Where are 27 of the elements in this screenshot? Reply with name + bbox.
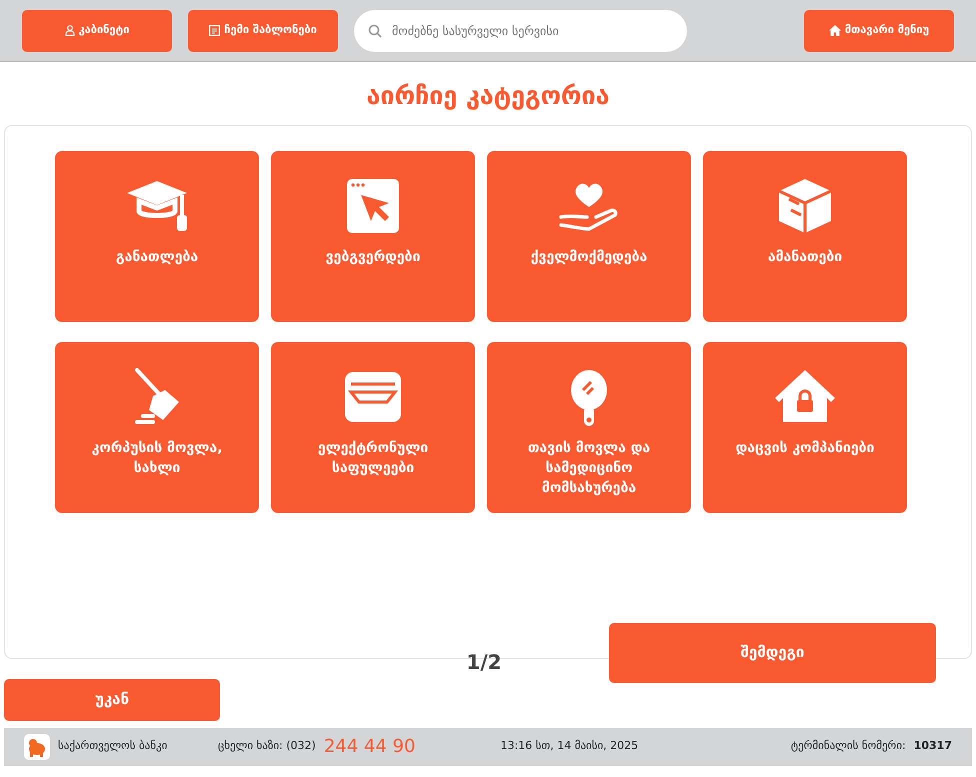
date-time: 13:16 სთ, 14 მაისი, 2025: [500, 738, 638, 754]
next-button[interactable]: შემდეგი: [609, 622, 936, 682]
category-tile[interactable]: ქველმოქმედება: [487, 150, 691, 322]
page-indicator: 1/2: [465, 648, 503, 676]
document-icon: [209, 25, 220, 36]
hotline-number: 244 44 90: [324, 735, 416, 759]
category-tile[interactable]: თავის მოვლა და სამედიცინო მომსახურება: [487, 342, 691, 512]
search-icon: [368, 24, 382, 38]
category-tile[interactable]: ელექტრონული საფულეები: [271, 342, 475, 512]
category-tile[interactable]: ამანათები: [703, 150, 907, 322]
back-button[interactable]: უკან: [4, 678, 220, 720]
category-tile[interactable]: განათლება: [55, 150, 259, 322]
terminal-number: 10317: [914, 738, 952, 754]
terminal-label: ტერმინალის ნომერი:: [790, 738, 906, 754]
page-title: აირჩიე კატეგორია: [366, 80, 610, 112]
home-icon: [828, 25, 841, 36]
hotline-label: ცხელი ხაზი: (032): [218, 738, 316, 754]
user-icon: [64, 25, 75, 36]
main-menu-button[interactable]: მთავარი მენიუ: [804, 10, 954, 52]
bank-name: საქართველოს ბანკი: [58, 738, 168, 754]
bank-logo-icon: [24, 734, 50, 760]
category-tile[interactable]: კორპუსის მოვლა, სახლი: [55, 342, 259, 512]
category-tile[interactable]: ვებგვერდები: [271, 150, 475, 322]
templates-button[interactable]: ჩემი შაბლონები: [188, 10, 338, 52]
cabinet-button[interactable]: კაბინეტი: [22, 10, 172, 52]
category-tile[interactable]: დაცვის კომპანიები: [703, 342, 907, 512]
search-field[interactable]: მოძებნე სასურველი სერვისი: [354, 10, 687, 52]
